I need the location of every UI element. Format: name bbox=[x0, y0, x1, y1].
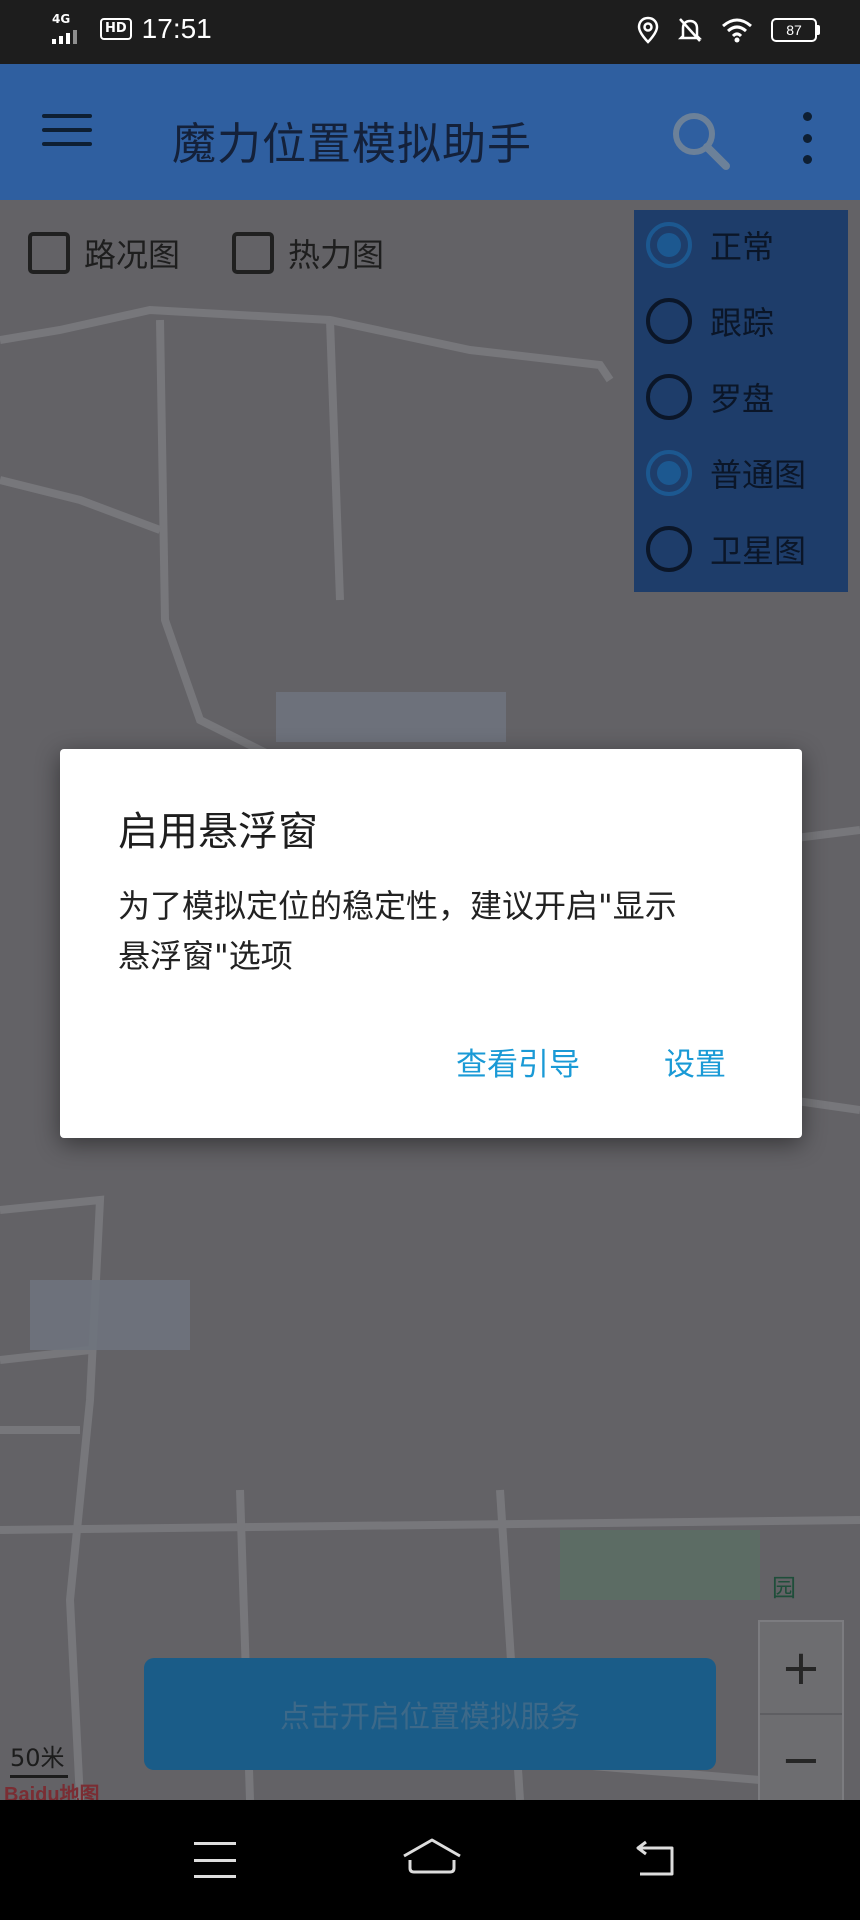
map-mode-panel: 正常 跟踪 罗盘 普通图 卫星图 bbox=[634, 210, 848, 592]
map-scale: 50米 bbox=[10, 1738, 68, 1778]
radio-standard-map[interactable]: 普通图 bbox=[646, 450, 806, 496]
location-icon bbox=[637, 16, 659, 44]
radio-button-checked[interactable] bbox=[646, 222, 692, 268]
dialog-title: 启用悬浮窗 bbox=[118, 809, 318, 855]
hd-icon: HD bbox=[100, 18, 132, 40]
radio-normal[interactable]: 正常 bbox=[646, 222, 774, 268]
system-nav-bar bbox=[0, 1800, 860, 1920]
heatmap-label: 热力图 bbox=[288, 236, 385, 274]
radio-label-normal: 正常 bbox=[710, 228, 775, 266]
battery-icon: 87 bbox=[771, 18, 820, 42]
wifi-icon bbox=[722, 18, 752, 43]
floating-window-dialog: 启用悬浮窗 为了模拟定位的稳定性，建议开启"显示悬浮窗"选项 查看引导 设置 bbox=[60, 749, 802, 1138]
scale-label: 50米 bbox=[10, 1744, 65, 1772]
map-park-area bbox=[560, 1530, 760, 1600]
radio-button[interactable] bbox=[646, 374, 692, 420]
traffic-checkbox-box[interactable] bbox=[28, 232, 70, 274]
radio-button[interactable] bbox=[646, 298, 692, 344]
zoom-in-button[interactable]: + bbox=[760, 1622, 842, 1713]
radio-button[interactable] bbox=[646, 526, 692, 572]
heatmap-checkbox[interactable]: 热力图 bbox=[232, 230, 384, 276]
traffic-label: 路况图 bbox=[84, 236, 181, 274]
radio-button-checked[interactable] bbox=[646, 450, 692, 496]
hamburger-menu-icon[interactable] bbox=[42, 114, 92, 150]
settings-button[interactable]: 设置 bbox=[664, 1039, 726, 1084]
app-title: 魔力位置模拟助手 bbox=[172, 119, 532, 170]
recent-apps-icon[interactable] bbox=[194, 1842, 236, 1878]
mute-bell-icon bbox=[677, 18, 703, 42]
search-icon[interactable] bbox=[664, 104, 736, 176]
more-options-icon[interactable] bbox=[792, 112, 822, 164]
radio-label-compass: 罗盘 bbox=[710, 380, 775, 418]
traffic-checkbox[interactable]: 路况图 bbox=[28, 230, 180, 276]
radio-satellite-map[interactable]: 卫星图 bbox=[646, 526, 806, 572]
home-icon[interactable] bbox=[400, 1834, 464, 1878]
status-time: 17:51 bbox=[141, 13, 212, 44]
heatmap-checkbox-box[interactable] bbox=[232, 232, 274, 274]
radio-label-follow: 跟踪 bbox=[710, 304, 775, 342]
view-guide-button[interactable]: 查看引导 bbox=[456, 1039, 580, 1084]
radio-follow[interactable]: 跟踪 bbox=[646, 298, 774, 344]
map-blurred-label bbox=[276, 692, 506, 742]
radio-compass[interactable]: 罗盘 bbox=[646, 374, 774, 420]
dialog-message: 为了模拟定位的稳定性，建议开启"显示悬浮窗"选项 bbox=[118, 887, 677, 975]
map-park-label: 园 bbox=[772, 1574, 796, 1602]
radio-label-satellite-map: 卫星图 bbox=[710, 532, 807, 570]
cellular-signal-icon: 4G bbox=[50, 12, 90, 46]
battery-level: 87 bbox=[771, 18, 817, 42]
back-icon[interactable] bbox=[632, 1836, 680, 1880]
radio-label-standard-map: 普通图 bbox=[710, 456, 807, 494]
status-bar: 4G HD 17:51 87 bbox=[0, 0, 860, 64]
zoom-control: + − bbox=[758, 1620, 844, 1800]
baidu-map-logo: Baidu地图 bbox=[4, 1784, 100, 1800]
start-simulation-button[interactable]: 点击开启位置模拟服务 bbox=[144, 1658, 716, 1770]
map-blurred-label bbox=[30, 1280, 190, 1350]
app-bar: 魔力位置模拟助手 bbox=[0, 64, 860, 200]
zoom-out-button[interactable]: − bbox=[760, 1713, 842, 1800]
